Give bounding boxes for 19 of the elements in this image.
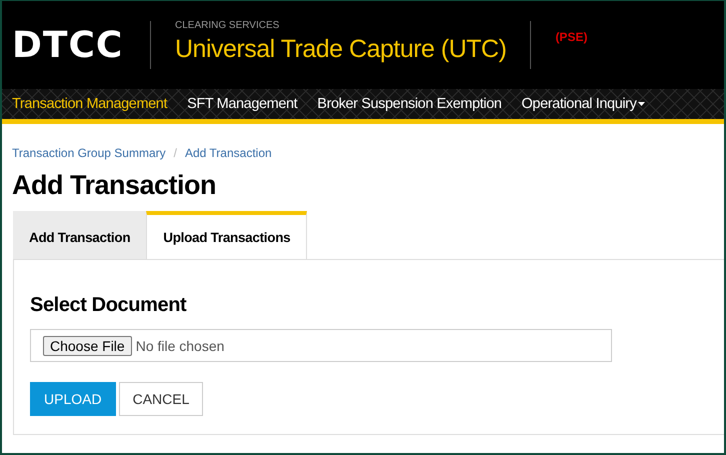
nav-item[interactable]: Transaction Management <box>2 96 178 112</box>
nav-item[interactable]: Operational Inquiry <box>512 96 656 112</box>
nav-item[interactable]: SFT Management <box>177 96 308 112</box>
page-title: Add Transaction <box>12 170 218 201</box>
logo: DTCC <box>12 24 124 66</box>
nav-item[interactable]: Broker Suspension Exemption <box>307 96 512 112</box>
breadcrumb-separator: / <box>174 146 177 160</box>
tab[interactable]: Upload Transactions <box>146 211 308 259</box>
cancel-button[interactable]: CANCEL <box>118 382 204 416</box>
breadcrumb-link[interactable]: Add Transaction <box>184 146 272 160</box>
file-status: No file chosen <box>136 338 224 354</box>
choose-file-button[interactable]: Choose File <box>43 336 132 356</box>
breadcrumb-link[interactable]: Transaction Group Summary <box>12 146 166 160</box>
file-input-field[interactable]: Choose File No file chosen <box>30 329 612 362</box>
tab[interactable]: Add Transaction <box>13 211 146 259</box>
environment-label: (PSE) <box>555 30 588 44</box>
section-title: Select Document <box>30 294 188 317</box>
app-subtitle: CLEARING SERVICES <box>175 20 280 31</box>
app-title: Universal Trade Capture (UTC) <box>175 35 506 64</box>
